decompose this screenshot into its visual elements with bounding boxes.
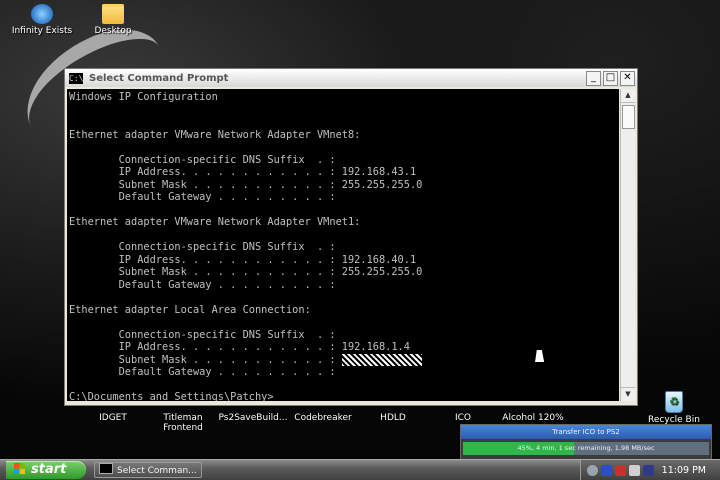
console-line: Subnet Mask . . . . . . . . . . . : 255.… xyxy=(69,266,423,278)
console-line: Default Gateway . . . . . . . . . : xyxy=(69,366,336,378)
desktop-icon-desktop[interactable]: Desktop xyxy=(73,4,153,36)
minimize-button[interactable]: _ xyxy=(586,71,601,86)
desktop-icon-label: Alcohol 120% xyxy=(502,413,564,423)
console-line: Ethernet adapter VMware Network Adapter … xyxy=(69,128,361,141)
infinity-exists-icon xyxy=(31,4,53,24)
taskbar-item-label: Select Comman... xyxy=(117,466,197,476)
tray-icon-network[interactable] xyxy=(601,464,612,476)
system-tray: 11:09 PM xyxy=(580,460,720,480)
console-prompt: C:\Documents and Settings\Patchy> xyxy=(69,391,274,401)
desktop-icon-titleman-frontend[interactable]: Titleman Frontend xyxy=(143,413,223,433)
taskbar: start Select Comman... 11:09 PM xyxy=(0,459,720,480)
scrollbar-thumb[interactable] xyxy=(622,105,635,129)
transfer-progress-bar: 45%, 4 min, 1 sec remaining, 1.98 MB/sec xyxy=(463,442,709,455)
start-button[interactable]: start xyxy=(6,461,86,479)
tray-icon-volume[interactable] xyxy=(629,464,640,476)
console-line: Ethernet adapter VMware Network Adapter … xyxy=(69,216,361,228)
console-icon xyxy=(99,463,113,474)
desktop-icon-label: Ps2SaveBuild... xyxy=(218,413,288,423)
console-prompt-line[interactable]: C:\Documents and Settings\Patchy> xyxy=(69,391,619,401)
console-line: Connection-specific DNS Suffix . : xyxy=(69,241,336,253)
window-controls: _ □ ✕ xyxy=(586,71,635,86)
folder-icon xyxy=(102,4,124,24)
console-line: Default Gateway . . . . . . . . . : xyxy=(69,278,336,291)
close-button[interactable]: ✕ xyxy=(620,71,635,86)
desktop-icon-ico[interactable]: ICO xyxy=(423,413,503,423)
console-line: Windows IP Configuration xyxy=(69,91,218,103)
transfer-progress-window[interactable]: Transfer ICO to PS2 45%, 4 min, 1 sec re… xyxy=(460,424,712,460)
desktop-icon-label: IDGET xyxy=(99,413,127,423)
scroll-up-arrow-icon[interactable]: ▲ xyxy=(621,89,635,103)
transfer-status-text: 45%, 4 min, 1 sec remaining, 1.98 MB/sec xyxy=(517,444,655,452)
desktop-icon-label: ICO xyxy=(454,413,472,423)
taskbar-item-command-prompt[interactable]: Select Comman... xyxy=(94,462,202,478)
desktop-icon-codebreaker[interactable]: Codebreaker xyxy=(283,413,363,423)
command-prompt-window[interactable]: C:\ Select Command Prompt _ □ ✕ Windows … xyxy=(64,68,638,406)
scroll-down-arrow-icon[interactable]: ▼ xyxy=(621,387,635,401)
desktop-icon-label: Codebreaker xyxy=(294,413,352,423)
console-line: Subnet Mask . . . . . . . . . . . : 255.… xyxy=(69,178,423,191)
desktop-icon-label: Titleman Frontend xyxy=(163,413,203,433)
taskbar-clock[interactable]: 11:09 PM xyxy=(662,465,706,476)
console-line: Connection-specific DNS Suffix . : xyxy=(69,328,336,341)
start-label: start xyxy=(31,462,67,477)
desktop-icon-hdld[interactable]: HDLD xyxy=(353,413,433,423)
mouse-pointer-icon xyxy=(535,350,546,362)
redacted-selection: XXXXXXXXXXXXX xyxy=(341,353,423,366)
desktop-icon-label: Infinity Exists xyxy=(11,26,73,36)
console-line: Default Gateway . . . . . . . . . : xyxy=(69,191,336,203)
tray-icon-security[interactable] xyxy=(615,464,626,476)
windows-logo-icon xyxy=(14,463,25,474)
tray-icon-disc[interactable] xyxy=(587,464,598,476)
console-line-text: Subnet Mask . . . . . . . . . . . : xyxy=(69,353,342,366)
console-line: IP Address. . . . . . . . . . . . : 192.… xyxy=(69,253,417,266)
recycle-bin-icon xyxy=(665,391,683,413)
window-titlebar[interactable]: C:\ Select Command Prompt _ □ ✕ xyxy=(65,69,637,87)
console-line: IP Address. . . . . . . . . . . . : 192.… xyxy=(69,166,417,178)
tray-icon-app[interactable] xyxy=(643,464,654,476)
window-title: Select Command Prompt xyxy=(89,72,229,84)
desktop-icon-label: Desktop xyxy=(94,26,132,36)
maximize-button[interactable]: □ xyxy=(603,71,618,86)
desktop-icon-idget[interactable]: IDGET xyxy=(73,413,153,423)
console-line: Ethernet adapter Local Area Connection: xyxy=(69,303,311,316)
desktop-icon-alcohol-120[interactable]: Alcohol 120% xyxy=(493,413,573,423)
desktop-icon-recycle-bin[interactable]: Recycle Bin xyxy=(634,391,714,425)
desktop-icon-label: HDLD xyxy=(380,413,406,423)
vertical-scrollbar[interactable]: ▲ ▼ xyxy=(620,89,635,401)
desktop-icon-ps2savebuilder[interactable]: Ps2SaveBuild... xyxy=(213,413,293,423)
console-icon: C:\ xyxy=(69,72,84,84)
console-line: Connection-specific DNS Suffix . : xyxy=(69,153,336,166)
desktop-icon-infinity-exists[interactable]: Infinity Exists xyxy=(2,4,82,36)
transfer-title: Transfer ICO to PS2 xyxy=(461,425,711,439)
